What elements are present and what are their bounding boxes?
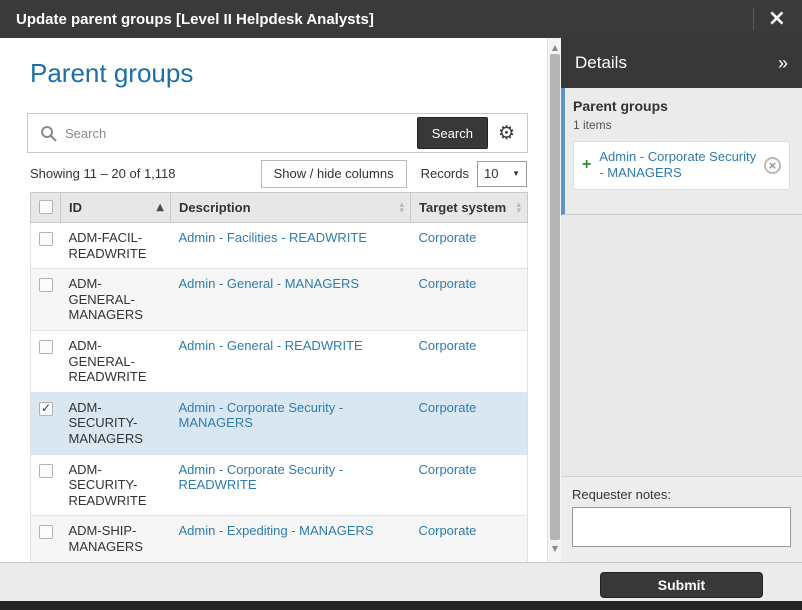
scroll-up-icon[interactable]: ▲ [548,43,562,52]
row-description-link[interactable]: Admin - Corporate Security - MANAGERS [179,400,344,431]
cart-count: 1 items [573,118,790,132]
table-row[interactable]: ADM-SECURITY-MANAGERS Admin - Corporate … [31,392,528,454]
titlebar-divider [753,8,754,30]
table-row[interactable]: ADM-FACIL-READWRITE Admin - Facilities -… [31,223,528,269]
requester-notes-section: Requester notes: [561,476,802,562]
row-description-link[interactable]: Admin - General - READWRITE [179,338,363,353]
row-description-link[interactable]: Admin - Facilities - READWRITE [179,230,368,245]
details-panel: Details » Parent groups 1 items + Admin … [561,38,802,562]
requester-notes-textarea[interactable] [572,507,791,547]
page-title: Parent groups [30,58,547,89]
row-description-link[interactable]: Admin - Expediting - MANAGERS [179,523,374,538]
dialog-footer: Submit [0,562,802,601]
row-id: ADM-GENERAL-READWRITE [69,338,147,384]
row-target-system-link[interactable]: Corporate [419,230,477,245]
row-id: ADM-GENERAL-MANAGERS [69,276,143,322]
search-bar: Search ⚙ [27,113,528,153]
column-header-description[interactable]: Description ▴▾ [171,193,411,223]
row-target-system-link[interactable]: Corporate [419,276,477,291]
row-target-system-link[interactable]: Corporate [419,462,477,477]
row-checkbox[interactable] [39,340,53,354]
row-id: ADM-FACIL-READWRITE [69,230,147,261]
column-label-id: ID [69,200,82,215]
sort-icon: ▴▾ [516,202,521,214]
table-row[interactable]: ADM-GENERAL-READWRITE Admin - General - … [31,330,528,392]
close-icon[interactable]: × [768,8,786,30]
search-input[interactable] [65,126,417,141]
row-description-link[interactable]: Admin - Corporate Security - READWRITE [179,462,344,493]
records-select[interactable]: 10 ▼ [477,161,527,187]
row-id: ADM-SECURITY-READWRITE [69,462,147,508]
row-checkbox[interactable] [39,278,53,292]
scroll-down-icon[interactable]: ▼ [548,544,562,553]
column-label-description: Description [179,200,251,215]
table-row[interactable]: ADM-SECURITY-READWRITE Admin - Corporate… [31,454,528,516]
submit-button[interactable]: Submit [600,572,763,598]
row-checkbox[interactable] [39,464,53,478]
select-all-checkbox[interactable] [39,200,53,214]
update-parent-groups-dialog: Update parent groups [Level II Helpdesk … [0,0,802,610]
sort-ascending-icon: ▲ [156,203,164,213]
show-hide-columns-button[interactable]: Show / hide columns [261,160,407,188]
selected-items-section: Parent groups 1 items + Admin - Corporat… [561,88,802,215]
column-header-target-system[interactable]: Target system ▴▾ [411,193,528,223]
collapse-panel-icon[interactable]: » [778,53,788,74]
row-target-system-link[interactable]: Corporate [419,338,477,353]
dropdown-arrow-icon: ▼ [512,169,520,178]
dialog-title: Update parent groups [Level II Helpdesk … [16,11,753,28]
dialog-titlebar: Update parent groups [Level II Helpdesk … [0,0,802,38]
scrollbar-thumb[interactable] [550,54,560,540]
row-description-link[interactable]: Admin - General - MANAGERS [179,276,360,291]
row-checkbox[interactable] [39,525,53,539]
requester-notes-label: Requester notes: [572,487,791,502]
table-body: ADM-FACIL-READWRITE Admin - Facilities -… [31,223,528,563]
gear-icon[interactable]: ⚙ [498,124,515,143]
table-row[interactable]: ADM-SHIP-MANAGERS Admin - Expediting - M… [31,516,528,562]
parent-groups-table: ID ▲ Description ▴▾ Target system ▴▾ ADM… [30,192,528,562]
remove-item-icon[interactable]: × [764,157,781,174]
showing-count: Showing 11 – 20 of 1,118 [30,166,176,181]
details-empty-area [561,215,802,476]
table-header-row: ID ▲ Description ▴▾ Target system ▴▾ [31,193,528,223]
column-header-id[interactable]: ID ▲ [61,193,171,223]
sort-icon: ▴▾ [399,202,404,214]
page-background-strip [0,601,802,610]
search-button[interactable]: Search [417,117,488,149]
vertical-scrollbar[interactable]: ▲ ▼ [547,38,561,562]
cart-items: + Admin - Corporate Security - MANAGERS … [573,141,790,190]
records-label: Records [421,166,469,181]
row-target-system-link[interactable]: Corporate [419,400,477,415]
table-row[interactable]: ADM-GENERAL-MANAGERS Admin - General - M… [31,269,528,331]
details-title: Details [575,53,778,73]
row-checkbox[interactable] [39,402,53,416]
cart-item-label: Admin - Corporate Security - MANAGERS [599,149,758,182]
records-value: 10 [484,166,498,181]
column-label-target-system: Target system [419,200,506,215]
add-icon: + [582,157,591,173]
row-id: ADM-SHIP-MANAGERS [69,523,143,554]
row-checkbox[interactable] [39,232,53,246]
select-all-header [31,193,61,223]
details-header: Details » [561,38,802,88]
cart-item: + Admin - Corporate Security - MANAGERS … [573,141,790,190]
cart-title: Parent groups [573,98,790,114]
search-icon [40,125,57,142]
row-id: ADM-SECURITY-MANAGERS [69,400,143,446]
table-toolbar: Showing 11 – 20 of 1,118 Show / hide col… [30,159,527,188]
parent-groups-panel: Parent groups Search ⚙ Showing 11 – 20 o… [0,38,547,562]
row-target-system-link[interactable]: Corporate [419,523,477,538]
